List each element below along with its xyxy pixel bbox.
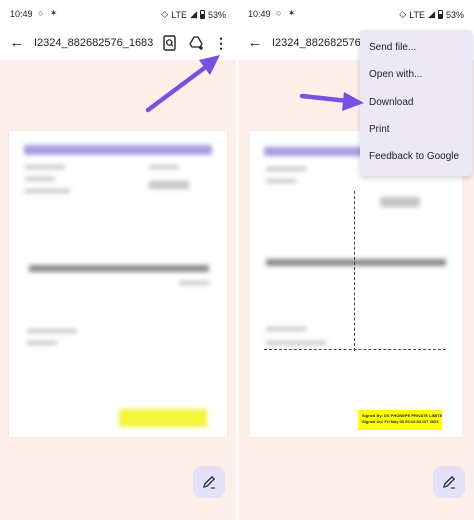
page-text-block [149, 181, 189, 189]
page-header-bar [264, 147, 364, 156]
edit-fab-button[interactable] [433, 466, 465, 498]
page-table-row [266, 259, 446, 266]
page-text-block [266, 327, 306, 331]
edit-fab-button[interactable] [193, 466, 225, 498]
page-text-block [179, 281, 209, 285]
page-text-block [25, 165, 65, 169]
page-signature-highlight [119, 409, 207, 427]
comparison-screenshot: 10:49 ○ ✶ ◇ LTE ◢ 53% ← I2324_882682576_… [0, 0, 474, 520]
edit-icon [443, 475, 456, 489]
page-text-block [27, 341, 57, 345]
pdf-page-preview [9, 131, 227, 437]
edit-icon [203, 475, 216, 489]
page-text-block [149, 165, 179, 169]
pointer-arrow [145, 55, 220, 113]
page-text-block [266, 167, 306, 171]
pointer-arrow [299, 92, 364, 111]
page-text-block [27, 329, 77, 333]
signed-on-text: Signed On: Fri May 05 09:10:53 IST 2023 [362, 419, 439, 424]
menu-item-feedback[interactable]: Feedback to Google [369, 151, 459, 162]
page-table-edge [354, 191, 355, 351]
page-text-block [25, 189, 70, 193]
page-text-block [266, 341, 326, 345]
page-header-bar [24, 145, 212, 155]
left-screen: 10:49 ○ ✶ ◇ LTE ◢ 53% ← I2324_882682576_… [0, 0, 236, 520]
page-text-block [266, 179, 296, 183]
page-text-block [25, 177, 55, 181]
pdf-page-preview: Signed By: DS PHONEPE PRIVATE LIMITED 1 … [250, 131, 462, 437]
page-table-row [29, 265, 209, 272]
right-screen: 10:49 ○ ✶ ◇ LTE ◢ 53% ← I2324_882682576_… [238, 0, 474, 520]
page-text-block [380, 197, 420, 207]
signature-stamp: Signed By: DS PHONEPE PRIVATE LIMITED 1 … [358, 410, 442, 430]
page-table-bottom [264, 349, 446, 350]
